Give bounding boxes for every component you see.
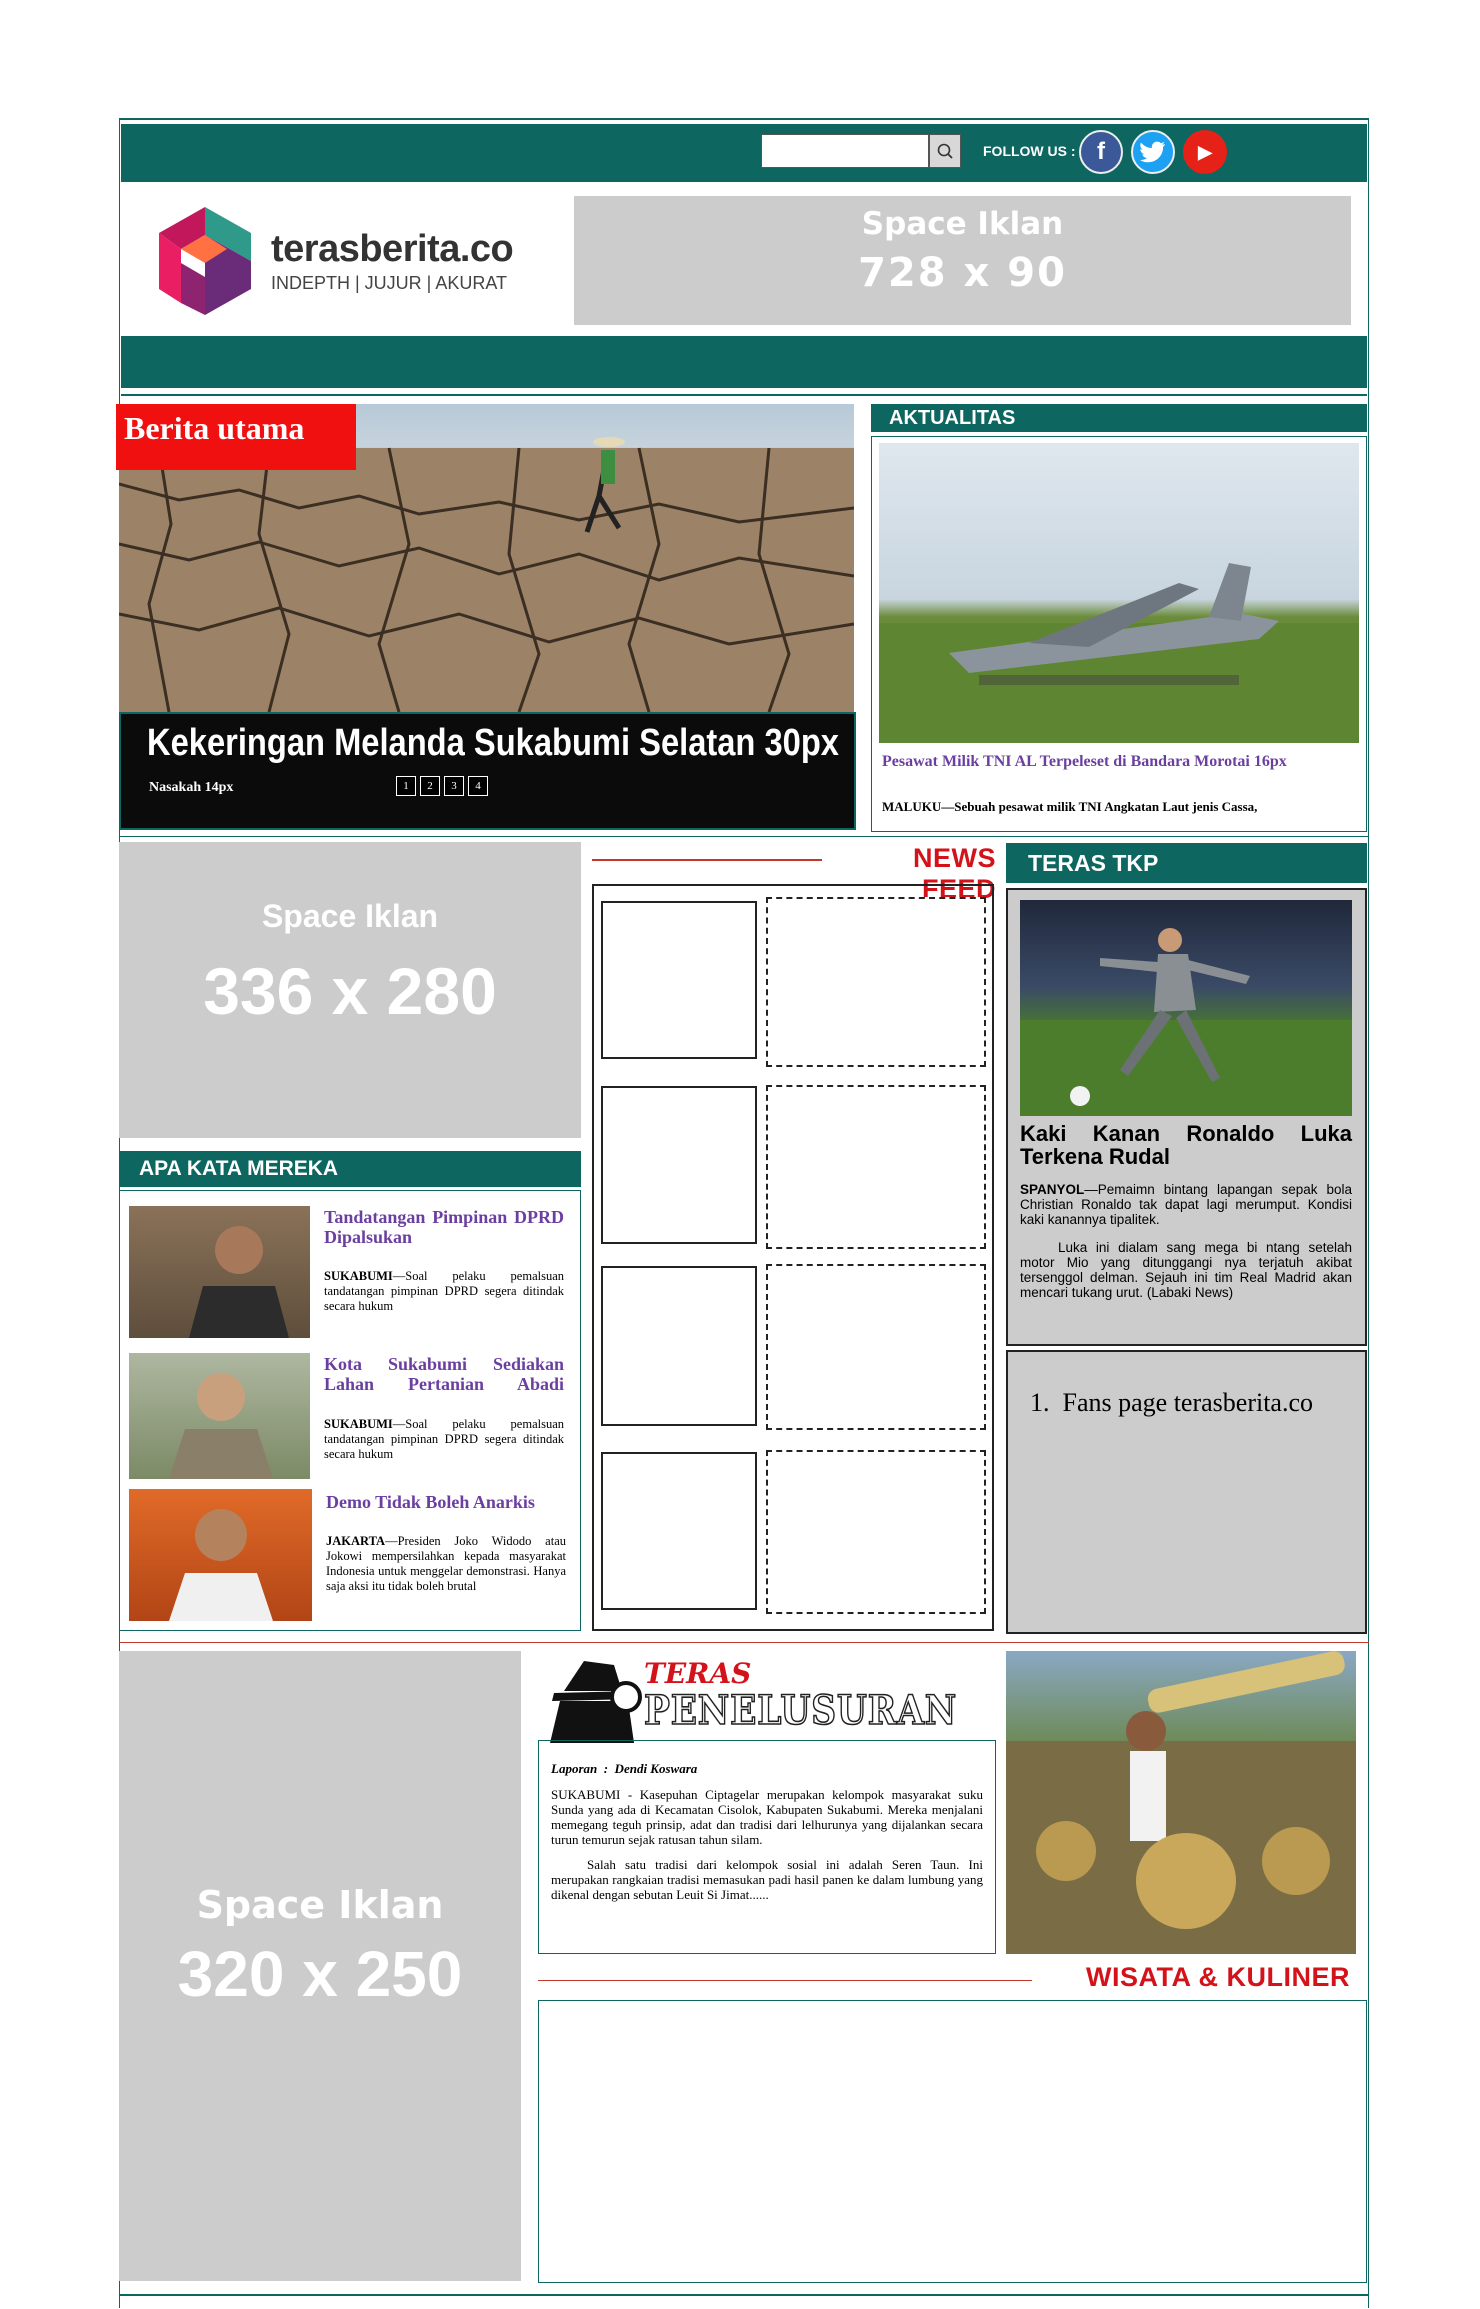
apa-kata-panel: Tandatangan Pimpinan DPRD Dipalsukan SUK… <box>119 1190 581 1631</box>
youtube-icon[interactable]: ▶ <box>1183 130 1227 174</box>
twitter-bird-icon <box>1140 141 1165 163</box>
ad-middle-size: 336 x 280 <box>203 954 497 1028</box>
newsfeed-thumb-2[interactable] <box>601 1086 757 1244</box>
wisata-rule <box>538 1980 1032 1981</box>
headline-badge: Berita utama <box>116 404 356 470</box>
newsfeed-text-2[interactable] <box>766 1085 986 1249</box>
penelusuran-logo-top: TERAS <box>644 1657 752 1690</box>
teras-tkp-p1-lead: SPANYOL <box>1020 1182 1085 1197</box>
follow-us-label: FOLLOW US : <box>983 143 1076 159</box>
person-1-icon <box>189 1226 289 1338</box>
teras-tkp-title[interactable]: Kaki Kanan Ronaldo Luka Terkena Rudal <box>1020 1122 1352 1168</box>
penelusuran-logo-bottom: PENELUSURAN <box>643 1686 958 1735</box>
headline-caption[interactable]: Kekeringan Melanda Sukabumi Selatan 30px… <box>119 712 856 830</box>
aktualitas-card[interactable]: Pesawat Milik TNI AL Terpeleset di Banda… <box>871 436 1367 832</box>
apa-kata-3-lead: JAKARTA <box>326 1534 386 1548</box>
ad-top-banner[interactable]: Space Iklan 728 x 90 <box>574 196 1351 325</box>
teras-tkp-p1: SPANYOL—Pemaimn bintang lapangan sepak b… <box>1020 1182 1352 1227</box>
headline-pager: 1234 <box>396 776 492 796</box>
apa-kata-1-lead: SUKABUMI <box>324 1269 393 1283</box>
ronaldo-image-icon <box>1020 928 1352 1116</box>
bottom-rule <box>119 2294 1369 2296</box>
penelusuran-logo: TERAS PENELUSURAN <box>544 1651 1000 1743</box>
ad-top-size: 728 x 90 <box>858 250 1067 296</box>
page-1-button[interactable]: 1 <box>396 776 416 796</box>
search-icon <box>937 143 953 159</box>
teras-tkp-heading: TERAS TKP <box>1006 843 1367 883</box>
ad-middle-title: Space Iklan <box>261 898 439 934</box>
portrait-3-image[interactable] <box>129 1489 312 1621</box>
apa-kata-1-text: SUKABUMI—Soal pelaku pemalsuan tandatang… <box>324 1269 564 1314</box>
plane-image-icon <box>879 563 1359 743</box>
newsfeed-thumb-3[interactable] <box>601 1266 757 1426</box>
twitter-icon[interactable] <box>1131 130 1175 174</box>
nav-rule <box>121 394 1367 396</box>
wisata-image[interactable] <box>1006 1651 1356 1954</box>
person-2-icon <box>169 1373 273 1479</box>
apa-kata-2-lead: SUKABUMI <box>324 1417 393 1431</box>
search-input[interactable] <box>761 134 929 168</box>
detective-icon <box>550 1661 642 1743</box>
teras-tkp-p2: Luka ini dialam sang mega bi ntang setel… <box>1020 1240 1352 1300</box>
apa-kata-1-title[interactable]: Tandatangan Pimpinan DPRD Dipalsukan <box>324 1207 564 1247</box>
headline-subtitle: Nasakah 14px <box>149 780 234 795</box>
top-rule <box>119 118 1369 120</box>
ad-top-title: Space Iklan <box>861 206 1064 242</box>
wisata-panel[interactable] <box>538 2000 1367 2283</box>
aktualitas-excerpt-text: —Sebuah pesawat milik TNI Angkatan Laut … <box>941 799 1258 814</box>
logo-mark-icon <box>159 207 251 315</box>
person-3-icon <box>169 1509 273 1621</box>
penelusuran-p1: SUKABUMI - Kasepuhan Ciptagelar merupaka… <box>551 1787 983 1847</box>
aktualitas-excerpt-lead: MALUKU <box>882 799 942 814</box>
aktualitas-heading: AKTUALITAS <box>871 404 1367 432</box>
newsfeed-thumb-4[interactable] <box>601 1452 757 1610</box>
row-rule-2 <box>119 1642 1369 1643</box>
page-3-button[interactable]: 3 <box>444 776 464 796</box>
newsfeed-panel <box>592 884 994 1631</box>
apa-kata-3-text: JAKARTA—Presiden Joko Widodo atau Jokowi… <box>326 1534 566 1594</box>
nav-bar <box>121 336 1367 388</box>
teras-tkp-card[interactable]: Kaki Kanan Ronaldo Luka Terkena Rudal SP… <box>1006 888 1367 1346</box>
ronaldo-image <box>1020 900 1352 1116</box>
logo-tagline: INDEPTH | JUJUR | AKURAT <box>271 273 508 293</box>
row-rule-1 <box>119 836 1369 837</box>
page-4-button[interactable]: 4 <box>468 776 488 796</box>
newsfeed-thumb-1[interactable] <box>601 901 757 1059</box>
ad-bottom-title: Space Iklan <box>196 1883 444 1927</box>
headline-title: Kekeringan Melanda Sukabumi Selatan 30px <box>147 722 839 764</box>
apa-kata-2-title[interactable]: Kota Sukabumi Sediakan Lahan Pertanian A… <box>324 1354 564 1394</box>
fanspage-box[interactable]: 1. Fans page terasberita.co <box>1006 1350 1367 1634</box>
ad-bottom[interactable]: Space Iklan 320 x 250 <box>119 1651 521 2281</box>
ad-bottom-size: 320 x 250 <box>177 1938 463 2010</box>
newsfeed-text-3[interactable] <box>766 1264 986 1430</box>
aktualitas-excerpt: MALUKU—Sebuah pesawat milik TNI Angkatan… <box>882 799 1358 815</box>
wisata-heading: WISATA & KULINER <box>1086 1962 1350 1992</box>
top-bar: FOLLOW US : f ▶ <box>121 124 1367 182</box>
harvest-festival-image-icon <box>1006 1651 1356 1954</box>
apa-kata-heading: APA KATA MEREKA <box>119 1151 581 1187</box>
newsfeed-text-4[interactable] <box>766 1450 986 1614</box>
logo[interactable]: terasberita.co INDEPTH | JUJUR | AKURAT <box>155 205 535 317</box>
logo-name: terasberita.co <box>271 228 514 270</box>
aktualitas-title[interactable]: Pesawat Milik TNI AL Terpeleset di Banda… <box>882 753 1358 771</box>
penelusuran-article[interactable]: Laporan : Dendi Koswara SUKABUMI - Kasep… <box>538 1740 996 1954</box>
fanspage-item[interactable]: 1. Fans page terasberita.co <box>1030 1388 1313 1418</box>
page-2-button[interactable]: 2 <box>420 776 440 796</box>
plane-image <box>879 443 1359 743</box>
facebook-icon[interactable]: f <box>1079 130 1123 174</box>
apa-kata-2-text: SUKABUMI—Soal pelaku pemalsuan tandatang… <box>324 1417 564 1462</box>
penelusuran-byline: Laporan : Dendi Koswara <box>551 1761 698 1776</box>
penelusuran-p2: Salah satu tradisi dari kelompok sosial … <box>551 1857 983 1902</box>
newsfeed-text-1[interactable] <box>766 897 986 1067</box>
portrait-1-image[interactable] <box>129 1206 310 1338</box>
apa-kata-3-title[interactable]: Demo Tidak Boleh Anarkis <box>326 1492 566 1512</box>
ad-middle[interactable]: Space Iklan 336 x 280 <box>119 842 581 1138</box>
portrait-2-image[interactable] <box>129 1353 310 1479</box>
newsfeed-rule <box>592 859 822 861</box>
search-box <box>761 134 961 168</box>
search-button[interactable] <box>929 134 961 168</box>
